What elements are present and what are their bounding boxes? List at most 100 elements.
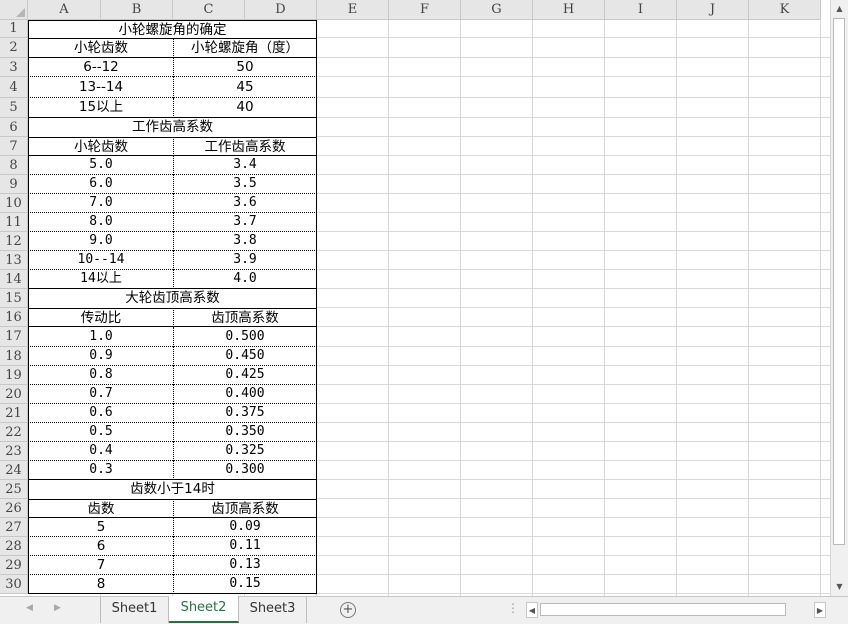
row-header-28[interactable]: 28 [0,537,28,556]
table-cell[interactable]: 3.7 [173,213,317,232]
table-cell[interactable]: 0.325 [173,442,317,461]
table-cell[interactable]: 0.15 [173,575,317,594]
row-header-6[interactable]: 6 [0,118,28,137]
row-header-19[interactable]: 19 [0,366,28,385]
table-cell[interactable]: 0.300 [173,461,317,480]
row-header-23[interactable]: 23 [0,442,28,461]
table-cell[interactable]: 1.0 [28,327,173,347]
table-cell[interactable]: 14以上 [28,270,173,289]
select-all-corner[interactable] [0,0,28,20]
table-title[interactable]: 大轮齿顶高系数 [28,289,317,308]
table-cell[interactable]: 3.6 [173,194,317,213]
table-cell[interactable]: 0.4 [28,442,173,461]
row-header-2[interactable]: 2 [0,38,28,58]
table-header-cell[interactable]: 齿顶高系数 [173,308,317,327]
table-cell[interactable]: 0.09 [173,518,317,537]
row-header-25[interactable]: 25 [0,480,28,499]
chevron-right-icon[interactable]: ▶ [54,603,61,613]
row-header-12[interactable]: 12 [0,232,28,251]
row-header-21[interactable]: 21 [0,404,28,423]
row-header-24[interactable]: 24 [0,461,28,480]
spreadsheet-grid[interactable]: ABCDEFGHIJK 1 2 3 4 5 6 7 8 9 10 11 12 13 14 15 16 17 18 1… [0,0,830,596]
table-cell[interactable]: 3.9 [173,251,317,270]
table-cell[interactable]: 0.425 [173,366,317,385]
table-cell[interactable]: 0.400 [173,385,317,404]
table-header-cell[interactable]: 小轮齿数 [28,38,173,58]
table-cell[interactable]: 0.5 [28,423,173,442]
table-cell[interactable]: 9.0 [28,232,173,251]
row-header-11[interactable]: 11 [0,213,28,232]
table-cell[interactable]: 4.0 [173,270,317,289]
table-cell[interactable]: 8.0 [28,213,173,232]
table-cell[interactable]: 40 [173,98,317,118]
chevron-left-icon[interactable]: ◀ [26,603,33,613]
column-header-b[interactable]: B [101,0,173,20]
row-header-18[interactable]: 18 [0,347,28,366]
table-title[interactable]: 齿数小于14时 [28,480,317,499]
column-header-a[interactable]: A [28,0,101,20]
row-header-29[interactable]: 29 [0,556,28,575]
table-cell[interactable]: 3.4 [173,156,317,175]
column-header-f[interactable]: F [389,0,461,20]
left-arrow-icon[interactable]: ◀ [526,602,538,618]
table-cell[interactable]: 0.7 [28,385,173,404]
horizontal-scroll-thumb[interactable] [540,603,786,616]
column-header-j[interactable]: J [677,0,749,20]
table-header-cell[interactable]: 传动比 [28,308,173,327]
column-header-h[interactable]: H [533,0,605,20]
table-cell[interactable]: 45 [173,77,317,98]
tab-sheet1[interactable]: Sheet1 [100,597,169,623]
table-header-cell[interactable]: 小轮齿数 [28,137,173,156]
table-cell[interactable]: 15以上 [28,98,173,118]
column-header-g[interactable]: G [461,0,533,20]
column-header-i[interactable]: I [605,0,677,20]
table-cell[interactable]: 6--12 [28,58,173,77]
row-header-16[interactable]: 16 [0,308,28,327]
table-header-cell[interactable]: 工作齿高系数 [173,137,317,156]
table-cell[interactable]: 0.500 [173,327,317,347]
table-cell[interactable]: 3.8 [173,232,317,251]
tab-sheet2[interactable]: Sheet2 [169,596,239,623]
table-cell[interactable]: 0.350 [173,423,317,442]
table-cell[interactable]: 7.0 [28,194,173,213]
down-arrow-icon[interactable]: ▼ [831,578,848,595]
column-header-d[interactable]: D [245,0,317,20]
column-header-k[interactable]: K [749,0,821,20]
table-cell[interactable]: 13--14 [28,77,173,98]
table-cell[interactable]: 0.11 [173,537,317,556]
table-cell[interactable]: 0.9 [28,347,173,366]
row-header-14[interactable]: 14 [0,270,28,289]
table-header-cell[interactable]: 小轮螺旋角（度） [173,38,317,58]
row-header-8[interactable]: 8 [0,156,28,175]
table-cell[interactable]: 0.3 [28,461,173,480]
column-header-c[interactable]: C [173,0,245,20]
right-arrow-icon[interactable]: ▶ [814,602,826,618]
row-header-9[interactable]: 9 [0,175,28,194]
row-header-1[interactable]: 1 [0,20,28,38]
row-header-30[interactable]: 30 [0,575,28,594]
row-header-20[interactable]: 20 [0,385,28,404]
up-arrow-icon[interactable]: ▲ [831,0,848,17]
table-cell[interactable]: 0.450 [173,347,317,366]
table-title[interactable]: 工作齿高系数 [28,118,317,137]
table-cell[interactable]: 50 [173,58,317,77]
table-title[interactable]: 小轮螺旋角的确定 [28,20,317,38]
table-cell[interactable]: 0.8 [28,366,173,385]
row-header-4[interactable]: 4 [0,77,28,98]
vertical-scroll-thumb[interactable] [833,18,845,545]
row-header-22[interactable]: 22 [0,423,28,442]
row-header-10[interactable]: 10 [0,194,28,213]
table-cell[interactable]: 0.6 [28,404,173,423]
horizontal-scrollbar[interactable]: ◀ ▶ [526,602,828,618]
table-cell[interactable]: 3.5 [173,175,317,194]
tab-split-handle[interactable]: ⋮ [507,601,519,615]
table-cell[interactable]: 6.0 [28,175,173,194]
table-cell[interactable]: 0.13 [173,556,317,575]
column-header-e[interactable]: E [317,0,389,20]
row-header-26[interactable]: 26 [0,499,28,518]
table-cell[interactable]: 10--14 [28,251,173,270]
row-header-13[interactable]: 13 [0,251,28,270]
table-cell[interactable]: 7 [28,556,173,575]
row-header-5[interactable]: 5 [0,98,28,118]
table-cell[interactable]: 6 [28,537,173,556]
